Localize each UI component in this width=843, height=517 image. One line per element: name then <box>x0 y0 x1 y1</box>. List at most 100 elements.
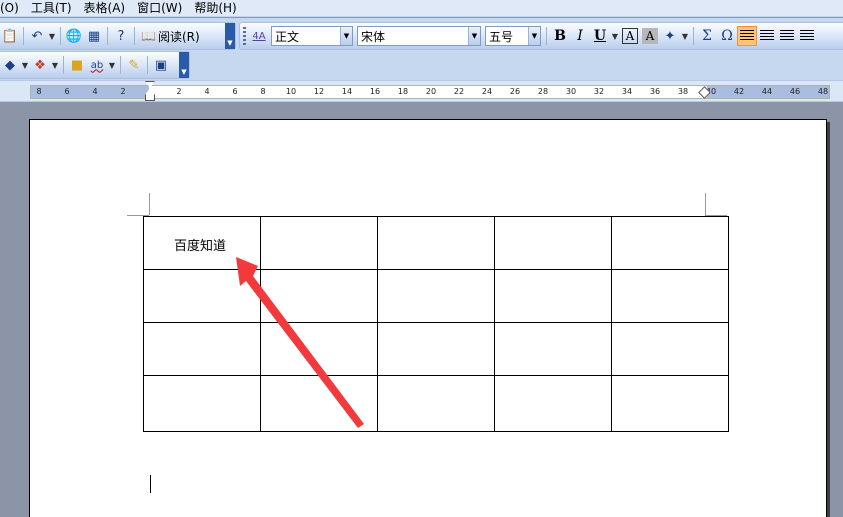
shapes-dropdown-icon[interactable]: ▼ <box>20 55 30 75</box>
sum-button[interactable]: Σ <box>697 26 717 46</box>
ruler-tick: 48 <box>817 87 829 96</box>
folder-icon[interactable]: ■ <box>67 55 87 75</box>
ruler-tick: 6 <box>64 87 70 96</box>
menu-format[interactable]: (O) <box>0 0 25 17</box>
ruler-tick: 38 <box>677 87 689 96</box>
table-cell[interactable] <box>494 216 612 270</box>
table-cell[interactable] <box>260 269 378 323</box>
table-cell[interactable] <box>494 375 612 432</box>
table-cell[interactable] <box>611 375 729 432</box>
font-effects-icon[interactable]: ✦ <box>660 26 680 46</box>
read-mode-button[interactable]: 📖 阅读(R) <box>138 28 203 45</box>
toolbar-separator <box>107 27 108 45</box>
character-border-button[interactable]: A <box>622 28 638 44</box>
font-effects-dropdown-icon[interactable]: ▼ <box>680 26 690 46</box>
table-row: 百度知道 <box>143 216 729 270</box>
toolbar-separator <box>120 56 121 74</box>
align-right-button[interactable] <box>777 26 797 46</box>
book-icon: 📖 <box>141 29 156 43</box>
table-cell[interactable] <box>260 375 378 432</box>
undo-dropdown-icon[interactable]: ▼ <box>47 26 57 46</box>
align-center-button[interactable] <box>757 26 777 46</box>
font-select[interactable]: 宋体 ▼ <box>357 26 481 46</box>
ruler-tick: 32 <box>593 87 605 96</box>
highlight-pen-icon[interactable]: ✎ <box>124 55 144 75</box>
menu-window[interactable]: 窗口(W) <box>131 0 188 17</box>
ruler-tick: 2 <box>176 87 182 96</box>
document-table[interactable]: 百度知道 <box>143 216 729 432</box>
underline-button[interactable]: U <box>590 26 610 46</box>
align-justify-button[interactable] <box>737 26 757 46</box>
table-cell[interactable] <box>377 216 495 270</box>
ruler-tick: 16 <box>369 87 381 96</box>
secondary-toolbar: ◆ ▼ ❖ ▼ ■ ab ▼ ✎ ▣ ▼ <box>0 51 190 79</box>
style-select[interactable]: 正文 ▼ <box>271 26 353 46</box>
bold-button[interactable]: B <box>550 26 570 46</box>
insert-table-icon[interactable]: ▦ <box>84 26 104 46</box>
shapes-icon[interactable]: ◆ <box>0 55 20 75</box>
ruler-tick: 28 <box>537 87 549 96</box>
toolbar-separator <box>63 56 64 74</box>
ruler-tick: 20 <box>425 87 437 96</box>
table-cell[interactable] <box>260 216 378 270</box>
undo-icon[interactable]: ↶ <box>27 26 47 46</box>
ruler-tick: 26 <box>509 87 521 96</box>
hyperlink-globe-icon[interactable]: 🌐 <box>64 26 84 46</box>
table-cell[interactable] <box>494 269 612 323</box>
table-cell[interactable] <box>377 375 495 432</box>
ruler-tick: 4 <box>204 87 210 96</box>
help-icon[interactable]: ? <box>111 26 131 46</box>
menu-table[interactable]: 表格(A) <box>78 0 132 17</box>
underline-dropdown-icon[interactable]: ▼ <box>610 26 620 46</box>
horizontal-ruler[interactable]: 8 6 4 2 2 4 6 8 10 12 14 16 18 20 22 24 … <box>0 80 843 102</box>
ruler-tick: 4 <box>92 87 98 96</box>
chevron-down-icon[interactable]: ▼ <box>468 27 480 45</box>
formatting-toolbar: 4A 正文 ▼ 宋体 ▼ 五号 ▼ B I U ▼ A A ✦ ▼ Σ Ω <box>239 22 843 50</box>
ruler-tick: 34 <box>621 87 633 96</box>
text-box-icon[interactable]: ▣ <box>151 55 171 75</box>
autocorrect-icon[interactable]: ❖ <box>30 55 50 75</box>
chevron-down-icon[interactable]: ▼ <box>528 27 540 45</box>
italic-button[interactable]: I <box>570 26 590 46</box>
paste-icon[interactable]: 📋 <box>0 26 20 46</box>
menu-tools[interactable]: 工具(T) <box>25 0 78 17</box>
ruler-tick: 10 <box>285 87 297 96</box>
insert-symbol-button[interactable]: Ω <box>717 26 737 46</box>
character-shading-button[interactable]: A <box>642 28 658 44</box>
toolbar-options-chevron-icon[interactable]: ▼ <box>225 23 235 49</box>
document-page[interactable]: 百度知道 <box>29 119 827 517</box>
menu-help[interactable]: 帮助(H) <box>188 0 242 17</box>
ruler-tick: 18 <box>397 87 409 96</box>
style-select-value: 正文 <box>275 29 300 44</box>
document-workspace: 百度知道 <box>0 103 843 517</box>
table-cell[interactable] <box>143 269 261 323</box>
font-size-select[interactable]: 五号 ▼ <box>485 26 541 46</box>
spelling-icon[interactable]: ab <box>87 55 107 75</box>
read-mode-label: 阅读(R) <box>157 29 200 44</box>
table-cell[interactable] <box>260 322 378 376</box>
table-cell[interactable]: 百度知道 <box>143 216 261 270</box>
distributed-align-button[interactable] <box>797 26 817 46</box>
styles-pane-icon[interactable]: 4A <box>249 26 269 46</box>
font-select-value: 宋体 <box>361 29 386 44</box>
ruler-tick: 24 <box>481 87 493 96</box>
table-cell[interactable] <box>494 322 612 376</box>
chevron-down-icon[interactable]: ▼ <box>340 27 352 45</box>
autocorrect-dropdown-icon[interactable]: ▼ <box>50 55 60 75</box>
toolbar-options-chevron-icon[interactable]: ▼ <box>179 52 189 78</box>
table-cell[interactable] <box>143 322 261 376</box>
table-cell[interactable] <box>377 269 495 323</box>
ruler-tick: 2 <box>120 87 126 96</box>
table-cell[interactable] <box>611 269 729 323</box>
table-cell[interactable] <box>143 375 261 432</box>
table-cell[interactable] <box>611 216 729 270</box>
table-cell[interactable] <box>611 322 729 376</box>
standard-toolbar: 📋 ↶ ▼ 🌐 ▦ ? 📖 阅读(R) ▼ <box>0 22 236 50</box>
ruler-tick: 44 <box>761 87 773 96</box>
spelling-dropdown-icon[interactable]: ▼ <box>107 55 117 75</box>
table-cell[interactable] <box>377 322 495 376</box>
toolbar-grip[interactable] <box>243 27 246 45</box>
ruler-tick: 42 <box>733 87 745 96</box>
crop-mark <box>705 193 706 215</box>
ruler-tick: 12 <box>313 87 325 96</box>
